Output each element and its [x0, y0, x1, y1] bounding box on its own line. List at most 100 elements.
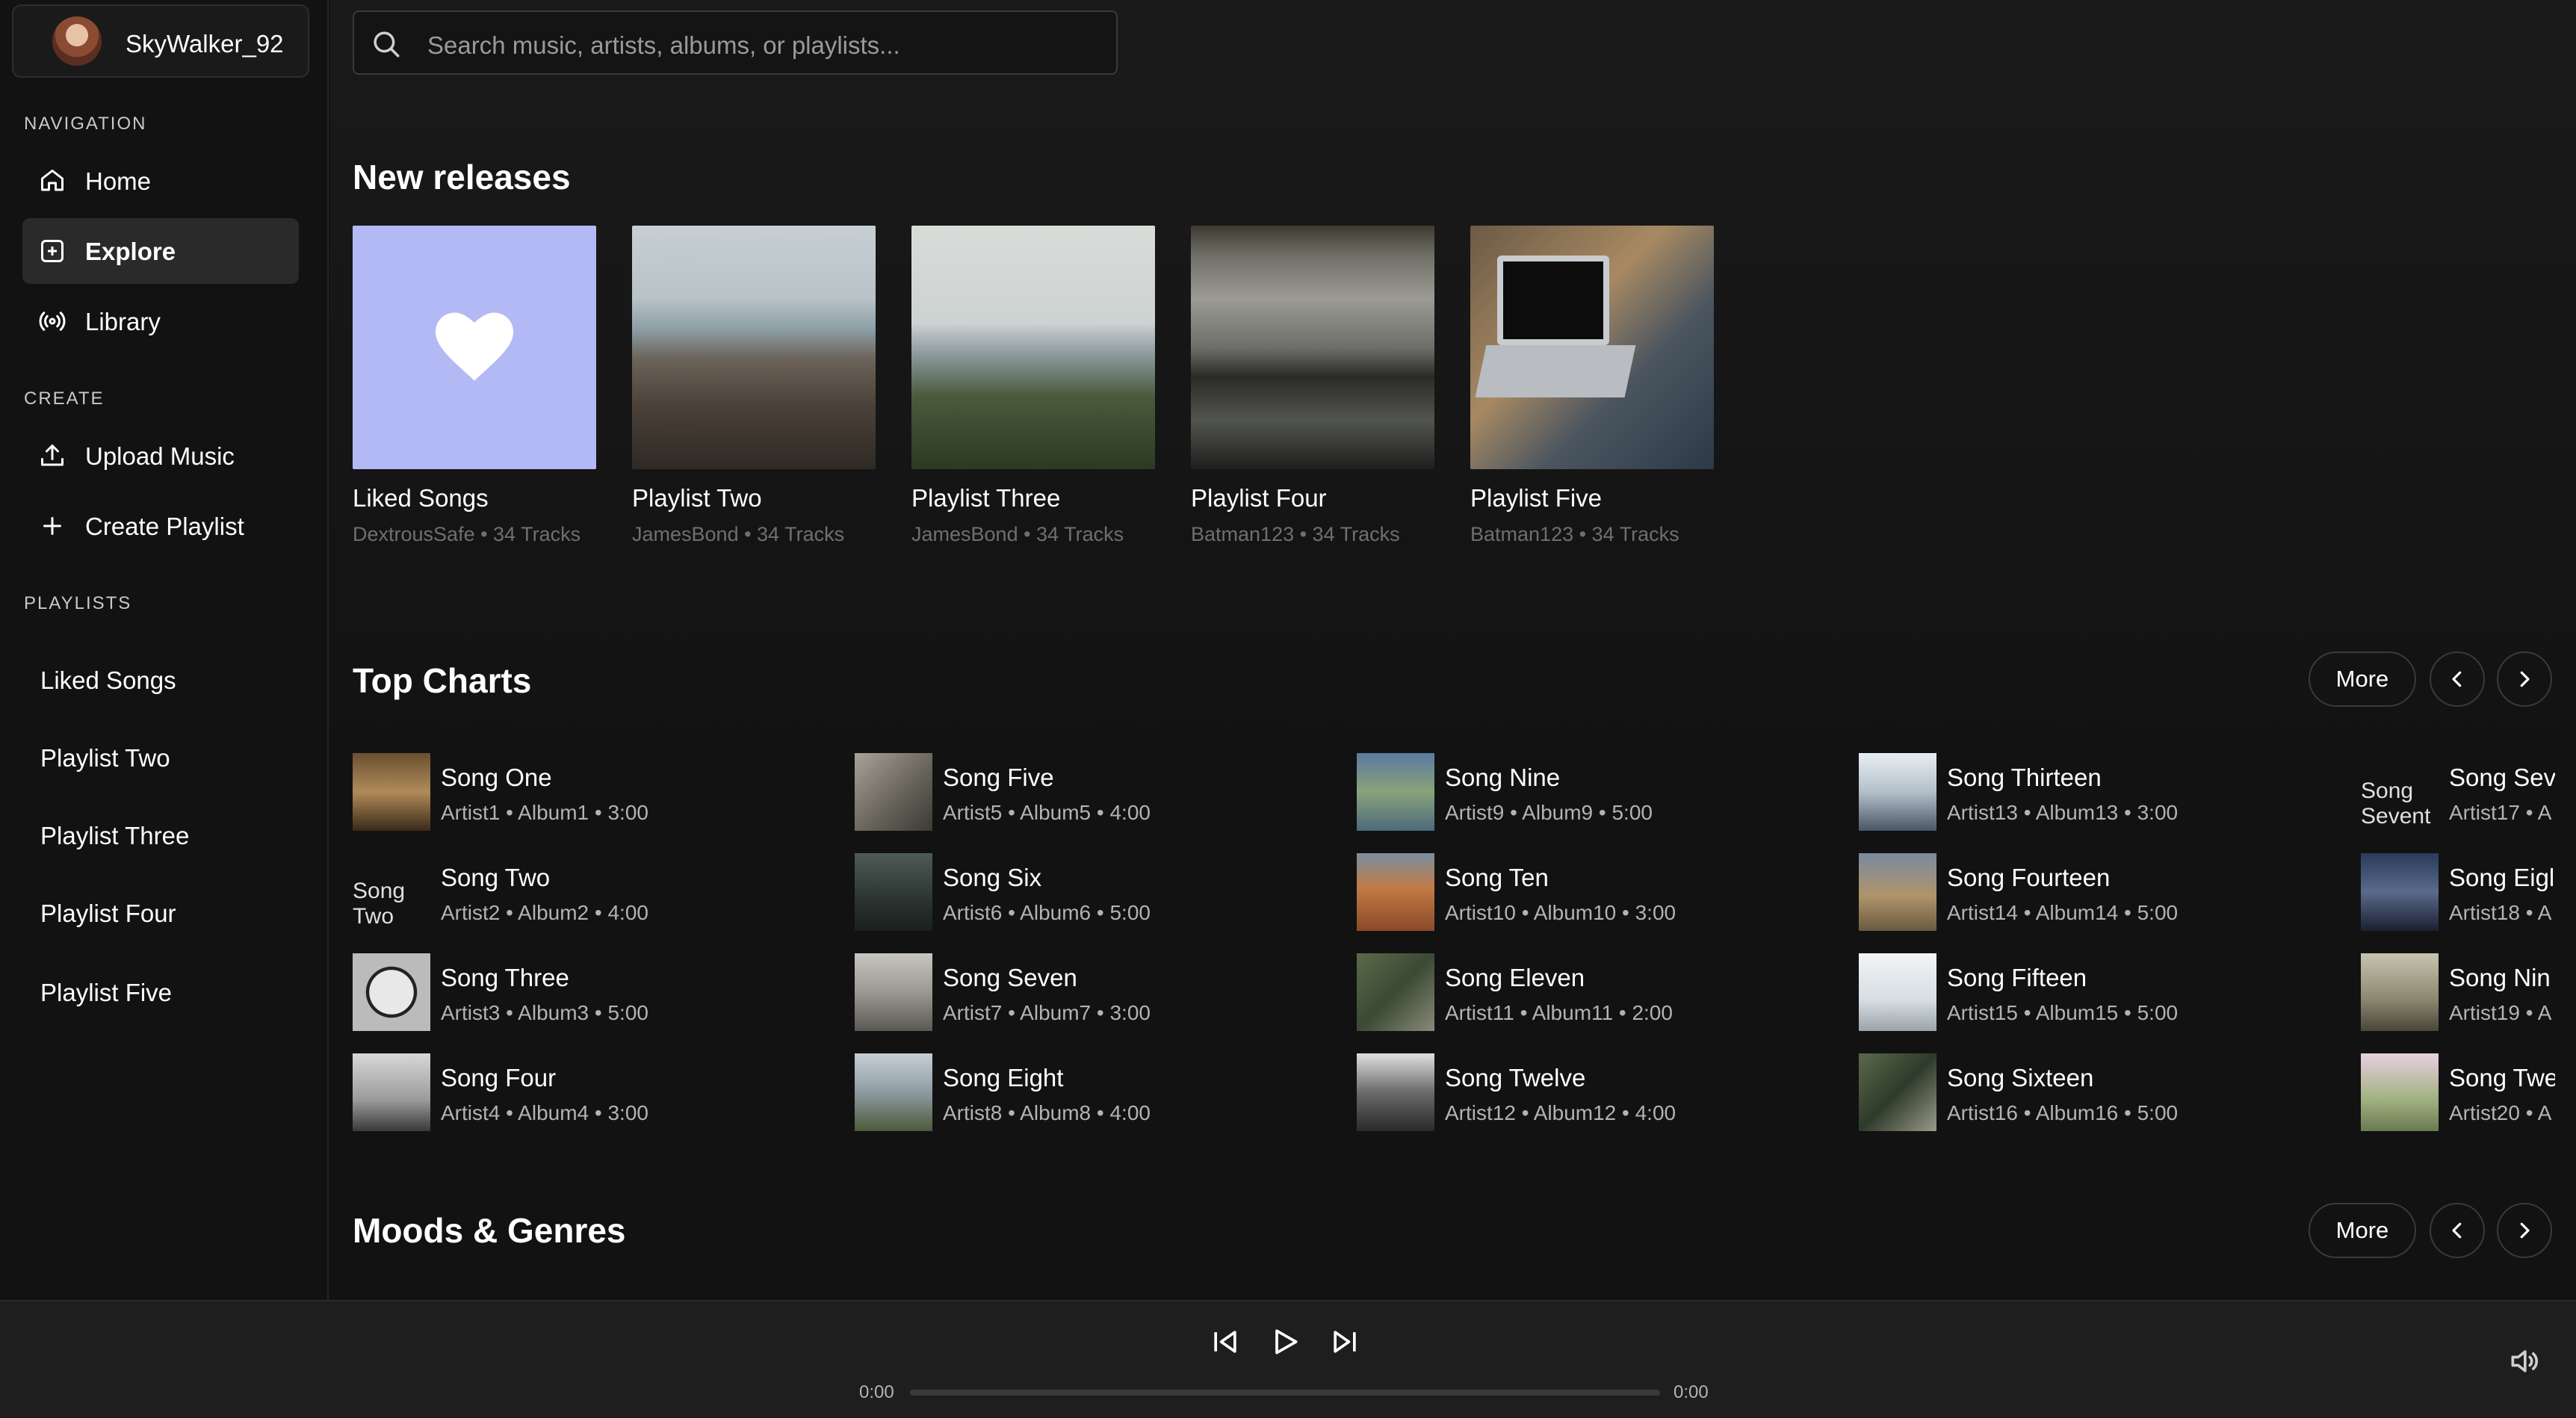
song-thumbnail — [1859, 853, 1936, 931]
search-placeholder: Search music, artists, albums, or playli… — [427, 31, 900, 59]
song-meta: Artist17 • A — [2449, 801, 2552, 824]
card-title: Playlist Two — [632, 484, 762, 512]
card-subtitle: DextrousSafe • 34 Tracks — [353, 523, 581, 545]
release-card[interactable]: Playlist Three JamesBond • 34 Tracks — [911, 226, 1155, 550]
nav-item-library[interactable]: Library — [22, 288, 299, 354]
song-item[interactable]: Song Four Artist4 • Album4 • 3:00 — [353, 1053, 846, 1131]
song-item[interactable]: Song Five Artist5 • Album5 • 4:00 — [855, 753, 1348, 831]
chevron-left-icon — [2452, 1222, 2462, 1239]
song-item[interactable]: Song One Artist1 • Album1 • 3:00 — [353, 753, 846, 831]
release-card[interactable]: Playlist Two JamesBond • 34 Tracks — [632, 226, 876, 550]
song-item[interactable]: Song Sixteen Artist16 • Album16 • 5:00 — [1859, 1053, 2352, 1131]
nav-label: Create Playlist — [85, 513, 244, 540]
radio-icon — [39, 312, 66, 331]
song-thumbnail — [1859, 753, 1936, 831]
song-title: Song Fourteen — [1947, 864, 2111, 891]
song-thumbnail — [1357, 853, 1434, 931]
song-title: Song Five — [943, 764, 1054, 791]
song-item[interactable]: Song Twelve Artist12 • Album12 • 4:00 — [1357, 1053, 1850, 1131]
card-subtitle: JamesBond • 34 Tracks — [911, 523, 1124, 545]
nav-item-create-playlist[interactable]: Create Playlist — [22, 493, 299, 559]
song-item[interactable]: Song Two Song Two Artist2 • Album2 • 4:00 — [353, 853, 846, 931]
broken-image-alt: Song Two — [353, 879, 406, 929]
top-charts-prev-button[interactable] — [2430, 651, 2485, 707]
song-thumbnail — [1859, 1053, 1936, 1131]
top-charts-heading: Top Charts — [353, 661, 532, 700]
release-card[interactable]: Liked Songs DextrousSafe • 34 Tracks — [353, 226, 596, 550]
song-meta: Artist5 • Album5 • 4:00 — [943, 801, 1151, 824]
song-item[interactable]: Song Eigl Artist18 • A — [2361, 853, 2555, 931]
volume-icon[interactable] — [2507, 1345, 2540, 1378]
song-item[interactable]: Song Six Artist6 • Album6 • 5:00 — [855, 853, 1348, 931]
moods-more-button[interactable]: More — [2309, 1203, 2416, 1258]
song-meta: Artist19 • A — [2449, 1001, 2552, 1024]
moods-next-button[interactable] — [2497, 1203, 2552, 1258]
song-meta: Artist20 • A — [2449, 1101, 2552, 1124]
heart-icon — [436, 312, 513, 381]
song-meta: Artist3 • Album3 • 5:00 — [441, 1001, 648, 1024]
profile-button[interactable]: SkyWalker_92 — [12, 4, 309, 78]
sidebar: SkyWalker_92 NAVIGATION Home Explore Lib… — [0, 0, 329, 1300]
song-item[interactable]: Song Fifteen Artist15 • Album15 • 5:00 — [1859, 953, 2352, 1031]
nav-item-explore[interactable]: Explore — [22, 218, 299, 284]
song-item[interactable]: Song Thirteen Artist13 • Album13 • 3:00 — [1859, 753, 2352, 831]
song-item[interactable]: Song Nine Artist9 • Album9 • 5:00 — [1357, 753, 1850, 831]
card-cover — [911, 226, 1155, 469]
song-meta: Artist18 • A — [2449, 901, 2552, 924]
chevron-left-icon — [2452, 671, 2462, 687]
sidebar-playlist-four[interactable]: Playlist Four — [40, 900, 176, 928]
create-heading: CREATE — [24, 388, 105, 409]
song-thumbnail — [2361, 953, 2439, 1031]
song-item[interactable]: Song Ten Artist10 • Album10 • 3:00 — [1357, 853, 1850, 931]
play-icon[interactable] — [1269, 1325, 1301, 1358]
song-title: Song Sixteen — [1947, 1064, 2094, 1092]
song-item[interactable]: Song Eight Artist8 • Album8 • 4:00 — [855, 1053, 1348, 1131]
moods-prev-button[interactable] — [2430, 1203, 2485, 1258]
nav-label: Home — [85, 167, 152, 195]
release-card[interactable]: Playlist Four Batman123 • 34 Tracks — [1191, 226, 1434, 550]
song-thumbnail — [855, 753, 932, 831]
song-item[interactable]: Song Fourteen Artist14 • Album14 • 5:00 — [1859, 853, 2352, 931]
song-item[interactable]: Song Eleven Artist11 • Album11 • 2:00 — [1357, 953, 1850, 1031]
song-item[interactable]: Song Nin Artist19 • A — [2361, 953, 2555, 1031]
sidebar-playlist-liked-songs[interactable]: Liked Songs — [40, 666, 176, 695]
skip-forward-icon[interactable] — [1328, 1325, 1361, 1358]
search-input[interactable]: Search music, artists, albums, or playli… — [353, 10, 1118, 75]
sidebar-playlist-two[interactable]: Playlist Two — [40, 744, 170, 773]
song-meta: Artist2 • Album2 • 4:00 — [441, 901, 648, 924]
song-title: Song Seven — [943, 964, 1077, 991]
song-item[interactable]: Song Seven Artist7 • Album7 • 3:00 — [855, 953, 1348, 1031]
song-meta: Artist12 • Album12 • 4:00 — [1445, 1101, 1676, 1124]
song-meta: Artist10 • Album10 • 3:00 — [1445, 901, 1676, 924]
sidebar-playlist-five[interactable]: Playlist Five — [40, 979, 172, 1007]
song-meta: Artist1 • Album1 • 3:00 — [441, 801, 648, 824]
song-thumbnail — [2361, 853, 2439, 931]
song-meta: Artist13 • Album13 • 3:00 — [1947, 801, 2179, 824]
song-item[interactable]: Song Three Artist3 • Album3 • 5:00 — [353, 953, 846, 1031]
song-item[interactable]: Song Sevent Song Sev Artist17 • A — [2361, 753, 2555, 831]
chevron-right-icon — [2520, 671, 2530, 687]
song-meta: Artist8 • Album8 • 4:00 — [943, 1101, 1151, 1124]
explore-icon — [41, 240, 64, 262]
skip-back-icon[interactable] — [1209, 1325, 1242, 1358]
top-charts-next-button[interactable] — [2497, 651, 2552, 707]
song-title: Song Four — [441, 1064, 557, 1092]
new-releases-heading: New releases — [353, 158, 571, 196]
nav-item-upload-music[interactable]: Upload Music — [22, 423, 299, 489]
song-title: Song Eight — [943, 1064, 1064, 1092]
sidebar-playlist-three[interactable]: Playlist Three — [40, 822, 189, 850]
song-thumbnail — [855, 853, 932, 931]
player-bar — [0, 1300, 2576, 1418]
song-item[interactable]: Song Twe Artist20 • A — [2361, 1053, 2555, 1131]
release-card[interactable]: Playlist Five Batman123 • 34 Tracks — [1470, 226, 1714, 550]
nav-item-home[interactable]: Home — [22, 148, 299, 214]
card-title: Playlist Four — [1191, 484, 1327, 512]
card-cover — [632, 226, 876, 469]
card-subtitle: Batman123 • 34 Tracks — [1470, 523, 1679, 545]
song-thumbnail — [353, 753, 430, 831]
elapsed-time: 0:00 — [859, 1382, 894, 1402]
song-thumbnail — [353, 1053, 430, 1131]
top-charts-more-button[interactable]: More — [2309, 651, 2416, 707]
progress-bar[interactable] — [910, 1390, 1660, 1396]
song-title: Song Eigl — [2449, 864, 2555, 891]
